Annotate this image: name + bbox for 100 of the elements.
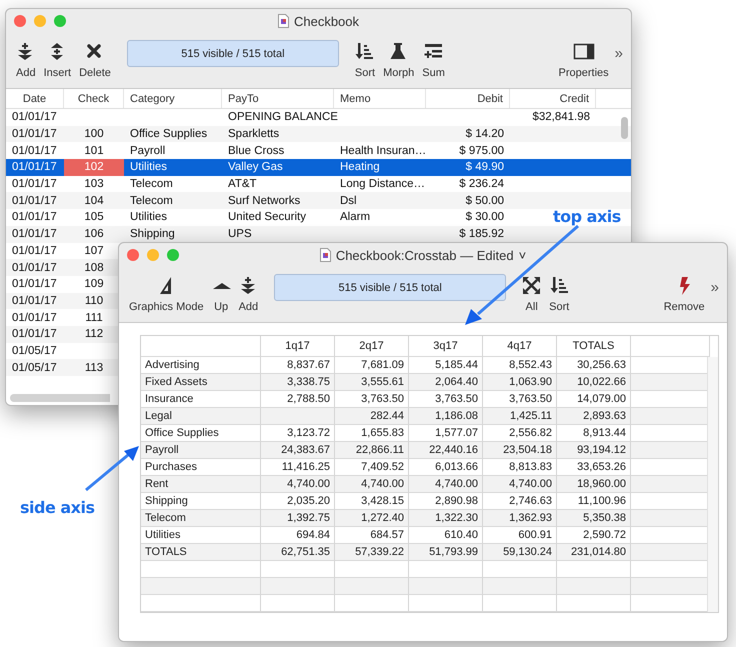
annotation-arrow [85, 446, 139, 492]
sort-button[interactable]: Sort [350, 42, 380, 79]
zoom-button[interactable] [167, 249, 179, 261]
record-count-field: 515 visible / 515 total [126, 40, 339, 67]
table-cell-text: Surf Networks [227, 194, 302, 209]
table-cell-text: 104 [83, 194, 105, 209]
overflow-button[interactable]: » [708, 279, 721, 296]
add-button[interactable]: Add [234, 276, 262, 313]
column-header[interactable]: Credit [510, 89, 596, 108]
table-cell-text: 111 [84, 310, 104, 326]
column-header[interactable]: Date [6, 89, 64, 108]
table-cell-text: $32,841.98 [531, 110, 591, 126]
table-cell-text: $ 236.24 [458, 177, 505, 192]
table-cell-text: Payroll [129, 144, 166, 159]
horizontal-scrollbar[interactable] [10, 394, 110, 402]
table-cell-text: 01/01/17 [11, 327, 58, 342]
zoom-button[interactable] [54, 15, 66, 27]
all-button[interactable]: All [518, 276, 546, 313]
properties-button[interactable]: Properties [554, 42, 613, 79]
table-cell-text: 01/01/17 [11, 127, 58, 142]
table-row[interactable]: 01/01/17 100 Office Supplies Sparkletts $ 14.20 [6, 126, 631, 142]
sort-icon [550, 276, 569, 295]
table-cell-text: 106 [83, 227, 105, 242]
table-cell-text: $ 49.90 [464, 160, 505, 176]
rows-plus-icon [424, 42, 444, 61]
column-header[interactable]: Check [64, 89, 124, 108]
record-count-field: 515 visible / 515 total [274, 274, 506, 301]
table-row[interactable]: 01/05/17 [6, 342, 118, 360]
window-title: Checkbook:Crosstab — Edited [336, 248, 514, 262]
table-cell-text: 01/01/17 [11, 277, 58, 292]
table-row[interactable]: 01/01/17 110 [6, 292, 118, 310]
add-button[interactable]: Add [12, 42, 40, 79]
sort-icon [355, 42, 374, 61]
overflow-button[interactable]: » [612, 45, 625, 62]
table-cell-text: 01/01/17 [11, 227, 58, 242]
table-cell-text: 107 [83, 244, 105, 259]
table-cell-text: Health Insuran… [339, 144, 426, 159]
table-cell-text: Sparkletts [227, 127, 280, 142]
sum-button[interactable]: Sum [418, 42, 449, 79]
table-cell-text: 01/01/17 [11, 210, 58, 226]
table-row[interactable]: 01/05/17 113 [6, 359, 118, 376]
up-button[interactable]: Up [208, 276, 235, 313]
table-cell-text: United Security [227, 210, 307, 226]
remove-button[interactable]: Remove [660, 276, 709, 313]
table-cell: 102 [64, 159, 124, 176]
table-row[interactable]: 01/01/17 112 [6, 326, 118, 343]
table-cell-text: Shipping [129, 227, 176, 242]
table-cell-text: Office Supplies [129, 127, 208, 142]
table-cell-text: 01/01/17 [11, 294, 58, 309]
column-header[interactable]: Memo [334, 89, 426, 108]
close-button[interactable] [14, 15, 26, 27]
delete-button[interactable]: Delete [75, 42, 115, 79]
table-row[interactable]: 01/01/17 104 Telecom Surf Networks Dsl $ 50.00 [6, 192, 631, 210]
morph-button[interactable]: Morph [379, 42, 418, 79]
scrollbar-thumb[interactable] [621, 117, 628, 139]
column-header[interactable]: Category [124, 89, 222, 108]
table-cell-text: $ 14.20 [464, 127, 505, 142]
table-cell-text: Telecom [129, 177, 174, 192]
table-cell-text: $ 185.92 [458, 227, 505, 242]
table-cell-text: 01/01/17 [11, 194, 58, 209]
window-title: Checkbook [294, 14, 360, 28]
flask-icon [389, 42, 408, 61]
table-cell-text: Valley Gas [227, 160, 284, 176]
table-cell-text: 01/01/17 [11, 244, 58, 259]
insert-button[interactable]: Insert [40, 42, 76, 79]
title-menu-chevron[interactable]: ˅ [518, 248, 526, 262]
table-row[interactable]: 01/01/17 103 Telecom AT&T Long Distance… $ 236.24 [6, 176, 510, 192]
table-cell-text: 108 [83, 260, 105, 276]
table-cell-text: 01/05/17 [11, 360, 58, 376]
annotation-label: side axis [20, 500, 95, 516]
table-cell-text: Utilities [129, 210, 168, 226]
sort-button[interactable]: Sort [545, 276, 574, 313]
table-cell-text: 01/01/17 [11, 110, 58, 126]
table-cell-text: Alarm [339, 210, 372, 226]
annotation-label: top axis [553, 209, 621, 225]
table-cell-text: 100 [83, 127, 105, 142]
table-cell-text: 105 [83, 210, 105, 226]
table-cell-text: 113 [84, 360, 104, 376]
table-row[interactable]: 01/01/17 108 [6, 259, 118, 276]
scrollbar-track[interactable] [707, 357, 718, 612]
column-header[interactable]: Debit [426, 89, 510, 108]
table-cell-text: AT&T [227, 177, 258, 192]
table-row[interactable]: 01/01/17 106 Shipping UPS $ 185.92 [6, 226, 631, 242]
document-icon [278, 14, 289, 28]
table-cell-text: 01/05/17 [11, 344, 58, 359]
minimize-button[interactable] [147, 249, 159, 261]
minimize-button[interactable] [34, 15, 46, 27]
close-button[interactable] [127, 249, 139, 261]
table-cell-text: 103 [83, 177, 105, 192]
table-cell-text: 101 [83, 144, 105, 159]
table-cell-text: 110 [84, 294, 104, 309]
table-cell-text: $ 50.00 [464, 194, 505, 209]
table-cell-text: Telecom [129, 194, 174, 209]
table-row[interactable]: 01/01/17 102 Utilities Valley Gas Heating $ 49.90 [6, 159, 631, 176]
table-cell-text: Blue Cross [227, 144, 286, 159]
table-cell-text: 01/01/17 [11, 310, 58, 326]
graphics-button[interactable]: Graphics Mode [125, 276, 208, 313]
table-cell-text: 01/01/17 [11, 260, 58, 276]
table-cell-text: 01/01/17 [11, 177, 58, 192]
column-header[interactable]: PayTo [222, 89, 334, 108]
